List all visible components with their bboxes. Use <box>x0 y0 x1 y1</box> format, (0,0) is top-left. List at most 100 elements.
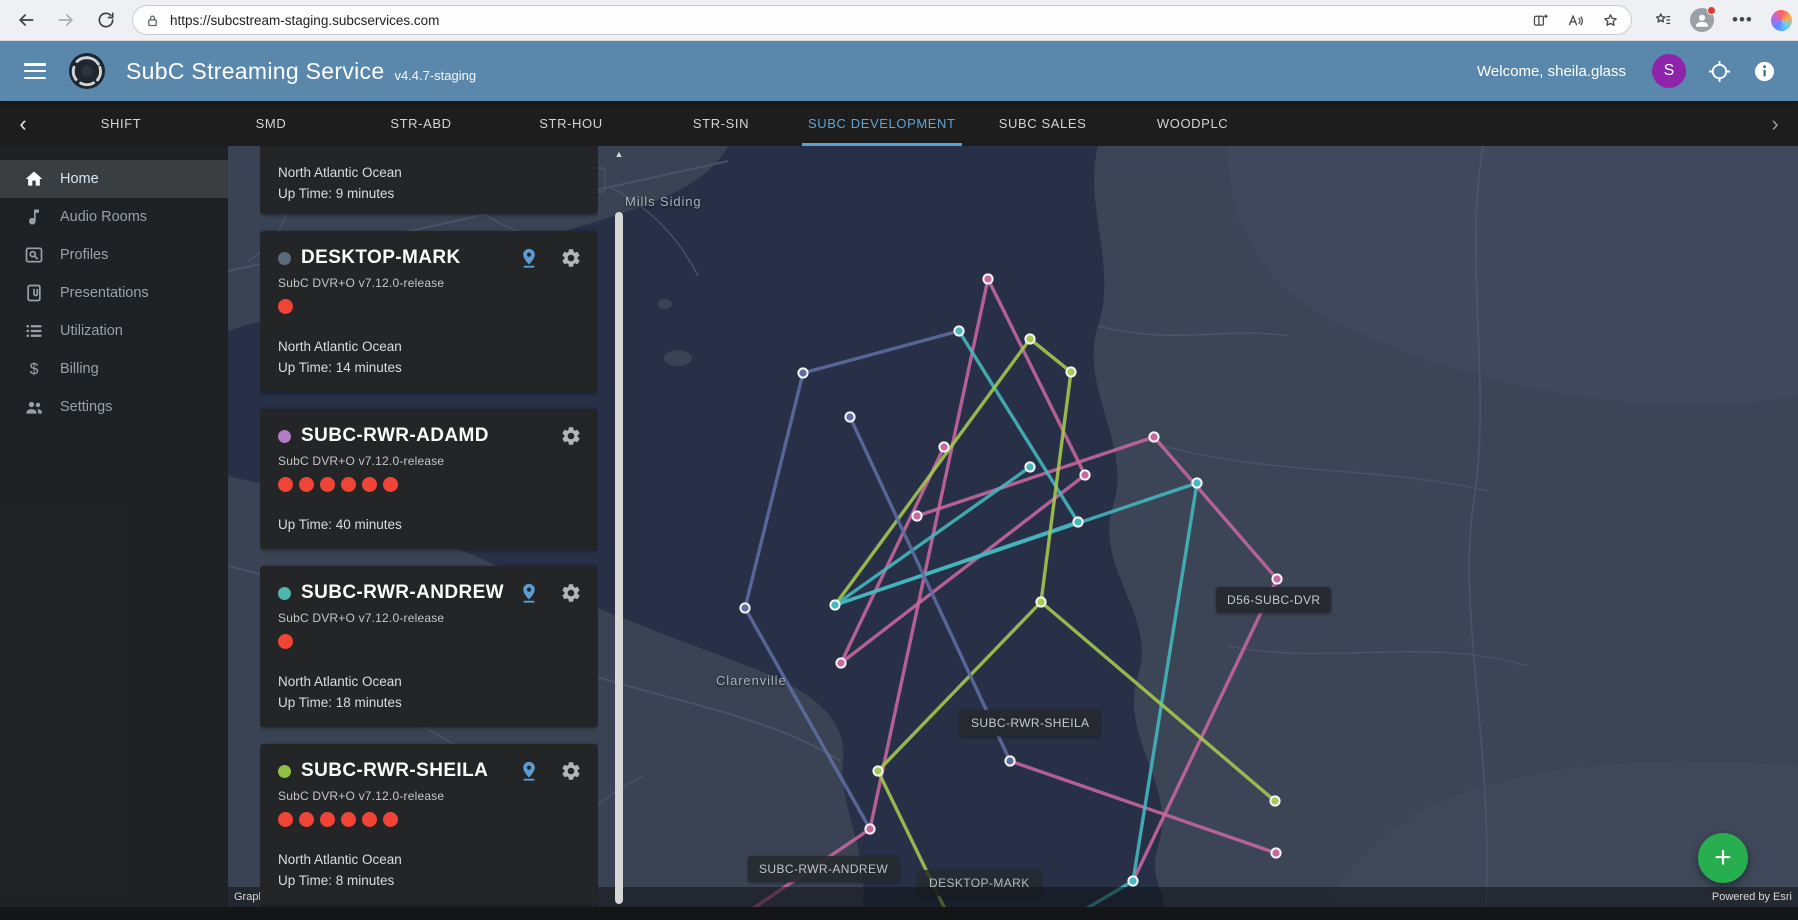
sidebar-item-billing[interactable]: $Billing <box>0 350 228 388</box>
sidebar-item-utilization[interactable]: Utilization <box>0 312 228 350</box>
add-device-fab[interactable]: + <box>1698 833 1748 883</box>
graph-node[interactable] <box>939 442 948 451</box>
read-aloud-icon[interactable] <box>1567 12 1584 29</box>
tab-str-abd[interactable]: STR-ABD <box>346 101 496 146</box>
settings-gear-icon[interactable] <box>560 760 582 782</box>
device-card[interactable]: North Atlantic Ocean Up Time: 9 minutes <box>260 146 598 214</box>
settings-gear-icon[interactable] <box>560 425 582 447</box>
graph-node[interactable] <box>1025 334 1034 343</box>
alert-dot <box>362 812 377 827</box>
info-icon[interactable] <box>1753 60 1776 83</box>
refresh-icon[interactable] <box>96 10 116 30</box>
back-icon[interactable] <box>16 10 36 30</box>
device-card-desktop-mark[interactable]: DESKTOP-MARK SubC DVR+O v7.12.0-release … <box>260 231 598 392</box>
graph-node[interactable] <box>1192 478 1201 487</box>
sidebar-item-presentations[interactable]: Presentations <box>0 274 228 312</box>
alert-dot <box>299 477 314 492</box>
device-location: North Atlantic Ocean <box>278 851 582 868</box>
browser-chrome: https://subcstream-staging.subcservices.… <box>0 0 1798 41</box>
map-island <box>658 299 672 309</box>
tab-smd[interactable]: SMD <box>196 101 346 146</box>
tab-subc-sales[interactable]: SUBC SALES <box>968 101 1118 146</box>
home-icon <box>24 169 44 189</box>
graph-node[interactable] <box>1080 470 1089 479</box>
graph-node[interactable] <box>865 824 874 833</box>
sidebar-item-audio-rooms[interactable]: Audio Rooms <box>0 198 228 236</box>
split-screen-icon[interactable] <box>1532 12 1549 29</box>
device-list: North Atlantic Ocean Up Time: 9 minutes … <box>260 146 598 920</box>
address-bar[interactable]: https://subcstream-staging.subcservices.… <box>132 5 1632 35</box>
device-uptime: Up Time: 18 minutes <box>278 694 582 711</box>
copilot-icon[interactable] <box>1771 10 1792 31</box>
device-location: North Atlantic Ocean <box>278 164 582 181</box>
graph-node[interactable] <box>1149 432 1158 441</box>
profiles-icon <box>24 245 44 265</box>
sidebar-item-home[interactable]: Home <box>0 160 228 198</box>
graph-node[interactable] <box>954 326 963 335</box>
device-location: North Atlantic Ocean <box>278 338 582 355</box>
graph-node[interactable] <box>740 603 749 612</box>
graph-node[interactable] <box>836 658 845 667</box>
pin-drop-icon[interactable] <box>518 582 540 604</box>
tab-shift[interactable]: SHIFT <box>46 101 196 146</box>
forward-icon[interactable] <box>56 10 76 30</box>
graph-node[interactable] <box>1036 597 1045 606</box>
list-scrollbar[interactable]: ▲ ▼ <box>611 146 627 920</box>
app-version: v4.4.7-staging <box>394 68 476 83</box>
device-card-subc-rwr-adamd[interactable]: SUBC-RWR-ADAMD SubC DVR+O v7.12.0-releas… <box>260 409 598 549</box>
pin-drop-icon[interactable] <box>518 760 540 782</box>
tab-subc-development[interactable]: SUBC DEVELOPMENT <box>796 101 968 146</box>
scroll-up-icon[interactable]: ▲ <box>611 149 627 159</box>
graph-node[interactable] <box>1272 574 1281 583</box>
alert-dot <box>362 477 377 492</box>
tab-str-sin[interactable]: STR-SIN <box>646 101 796 146</box>
alert-dot <box>278 477 293 492</box>
device-card-subc-rwr-sheila[interactable]: SUBC-RWR-SHEILA SubC DVR+O v7.12.0-relea… <box>260 744 598 905</box>
graph-node[interactable] <box>1270 796 1279 805</box>
map-tooltip: D56-SUBC-DVR <box>1216 587 1331 613</box>
settings-gear-icon[interactable] <box>560 247 582 269</box>
sidebar-item-label: Profiles <box>60 247 108 263</box>
graph-node[interactable] <box>798 368 807 377</box>
graph-node[interactable] <box>1005 756 1014 765</box>
sidebar-item-label: Home <box>60 171 99 187</box>
favorite-star-icon[interactable] <box>1602 12 1619 29</box>
alert-dots <box>278 477 582 492</box>
user-avatar[interactable]: S <box>1652 54 1686 88</box>
device-name: SUBC-RWR-ADAMD <box>301 425 489 447</box>
browser-menu-icon[interactable]: ••• <box>1732 10 1753 30</box>
graph-node[interactable] <box>1128 876 1137 885</box>
tabs-scroll-right-icon[interactable]: › <box>1752 111 1798 137</box>
browser-profile-avatar[interactable] <box>1690 8 1714 32</box>
tenant-tab-bar: ‹ SHIFTSMDSTR-ABDSTR-HOUSTR-SINSUBC DEVE… <box>0 101 1798 146</box>
settings-icon <box>24 397 44 417</box>
tabs-scroll-left-icon[interactable]: ‹ <box>0 111 46 137</box>
graph-node[interactable] <box>1271 848 1280 857</box>
graph-node[interactable] <box>845 412 854 421</box>
device-status-dot <box>278 587 291 600</box>
alert-dot <box>383 812 398 827</box>
graph-node[interactable] <box>1066 367 1075 376</box>
device-status-dot <box>278 765 291 778</box>
device-version: SubC DVR+O v7.12.0-release <box>278 276 582 290</box>
device-uptime: Up Time: 9 minutes <box>278 185 582 202</box>
settings-gear-icon[interactable] <box>560 582 582 604</box>
graph-node[interactable] <box>1073 517 1082 526</box>
graph-node[interactable] <box>1025 462 1034 471</box>
favorites-bar-icon[interactable] <box>1654 11 1672 29</box>
sidebar-item-profiles[interactable]: Profiles <box>0 236 228 274</box>
sidebar-item-settings[interactable]: Settings <box>0 388 228 426</box>
hamburger-menu-icon[interactable] <box>24 63 46 79</box>
tab-woodplc[interactable]: WOODPLC <box>1118 101 1268 146</box>
graph-node[interactable] <box>912 511 921 520</box>
sidebar-item-label: Billing <box>60 361 99 377</box>
graph-node[interactable] <box>983 274 992 283</box>
tab-str-hou[interactable]: STR-HOU <box>496 101 646 146</box>
locate-icon[interactable] <box>1708 60 1731 83</box>
graph-node[interactable] <box>873 766 882 775</box>
scrollbar-thumb[interactable] <box>615 212 623 904</box>
alert-dot <box>299 812 314 827</box>
pin-drop-icon[interactable] <box>518 247 540 269</box>
device-card-subc-rwr-andrew[interactable]: SUBC-RWR-ANDREW SubC DVR+O v7.12.0-relea… <box>260 566 598 727</box>
graph-node[interactable] <box>830 600 839 609</box>
